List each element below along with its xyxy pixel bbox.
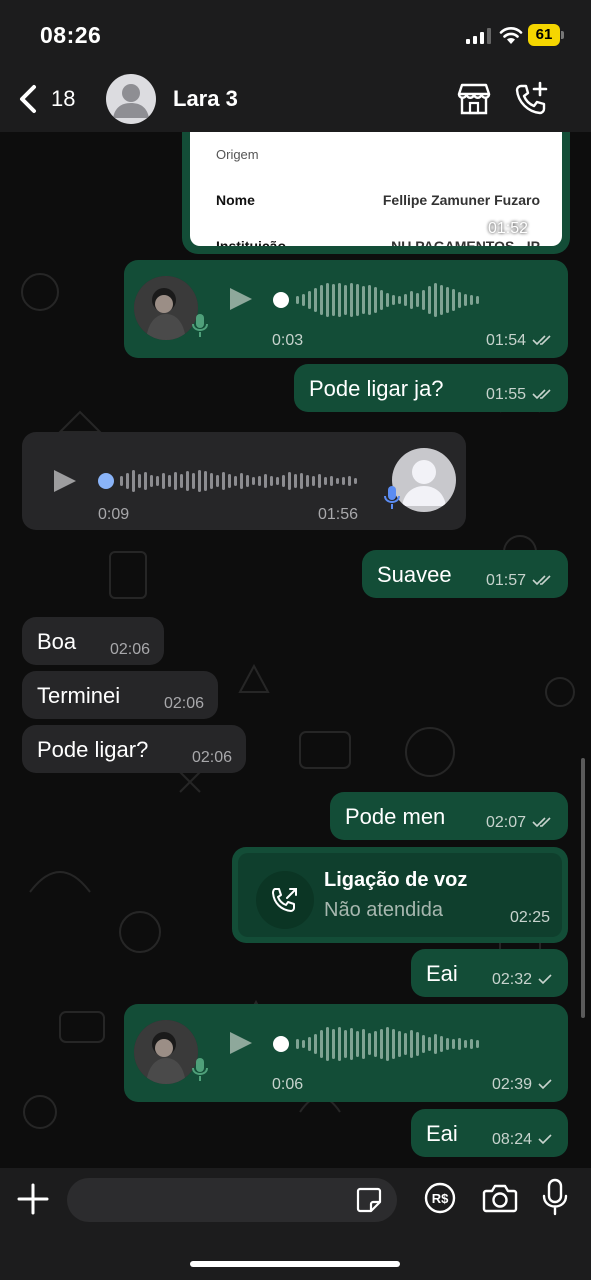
back-chevron-icon[interactable] xyxy=(16,84,40,114)
playback-position[interactable] xyxy=(273,1036,289,1052)
message-bubble-in[interactable]: Pode ligar? 02:06 xyxy=(22,725,246,773)
playback-position[interactable] xyxy=(98,473,114,489)
message-time: 01:52 xyxy=(488,220,556,238)
scrollbar[interactable] xyxy=(581,758,585,1018)
message-bubble-out[interactable]: Eai 02:32 xyxy=(411,949,568,997)
chat-area[interactable]: Origem Nome Fellipe Zamuner Fuzaro Insti… xyxy=(0,132,591,1168)
message-input-bar: R$ xyxy=(0,1168,591,1280)
read-ticks-icon xyxy=(532,335,551,346)
playback-position[interactable] xyxy=(273,292,289,308)
receipt-institution-value: NU PAGAMENTOS - IP xyxy=(391,238,540,246)
message-time: 02:25 xyxy=(509,909,550,926)
battery-icon: 61 xyxy=(528,24,564,46)
message-input[interactable] xyxy=(67,1178,397,1222)
status-time: 08:26 xyxy=(40,22,102,48)
unread-count[interactable]: 18 xyxy=(51,86,75,112)
mic-icon[interactable] xyxy=(542,1178,568,1216)
message-bubble-out[interactable]: Eai 08:24 xyxy=(411,1109,568,1157)
sender-avatar xyxy=(134,1020,198,1084)
plus-icon[interactable] xyxy=(16,1182,50,1216)
play-icon[interactable] xyxy=(230,288,252,310)
call-add-icon[interactable] xyxy=(512,80,550,118)
message-time: 02:39 xyxy=(492,1076,554,1094)
voice-mic-icon xyxy=(192,314,208,337)
svg-text:R$: R$ xyxy=(432,1191,449,1206)
sent-tick-icon xyxy=(538,1134,552,1145)
read-ticks-icon xyxy=(532,389,551,400)
read-ticks-icon xyxy=(532,817,551,828)
waveform[interactable] xyxy=(296,1026,479,1062)
play-icon[interactable] xyxy=(230,1032,252,1054)
message-text: Pode ligar? xyxy=(37,737,149,762)
home-indicator xyxy=(190,1261,400,1267)
message-time: 01:54 xyxy=(486,332,554,350)
waveform[interactable] xyxy=(296,282,479,318)
wifi-icon xyxy=(499,27,523,44)
message-time: 02:06 xyxy=(163,695,204,712)
status-bar: 08:26 61 xyxy=(0,0,591,66)
message-bubble-out[interactable]: Pode ligar ja? 01:55 xyxy=(294,364,568,412)
chat-header: 18 Lara 3 xyxy=(0,66,591,132)
message-time: 01:57 xyxy=(486,572,554,590)
message-bubble-in[interactable]: Boa 02:06 xyxy=(22,617,164,665)
message-text: Pode ligar ja? xyxy=(309,376,444,401)
read-ticks-icon xyxy=(532,575,551,586)
receipt-name-value: Fellipe Zamuner Fuzaro xyxy=(382,192,540,208)
message-time: 02:06 xyxy=(109,641,150,658)
read-ticks-icon xyxy=(534,223,553,234)
voice-mic-icon xyxy=(384,486,400,509)
play-icon[interactable] xyxy=(54,470,76,492)
cellular-signal-icon xyxy=(466,28,491,44)
battery-level: 61 xyxy=(528,24,560,46)
store-icon[interactable] xyxy=(456,82,492,116)
camera-icon[interactable] xyxy=(482,1182,518,1214)
voice-message-in[interactable]: 0:09 01:56 xyxy=(22,432,466,530)
contact-name[interactable]: Lara 3 xyxy=(173,86,238,112)
message-text: Eai xyxy=(426,961,458,986)
sent-tick-icon xyxy=(538,1079,552,1090)
message-time: 08:24 xyxy=(492,1131,554,1149)
message-bubble-out[interactable]: Pode men 02:07 xyxy=(330,792,568,840)
receipt-name-label: Nome xyxy=(216,192,255,208)
missed-call-icon xyxy=(256,871,314,929)
receipt-origin-label: Origem xyxy=(216,147,259,162)
voice-message-out[interactable]: 0:03 01:54 xyxy=(124,260,568,358)
call-status: Não atendida xyxy=(324,899,443,921)
sender-avatar xyxy=(392,448,456,512)
voice-duration: 0:03 xyxy=(272,332,304,349)
message-text: Terminei xyxy=(37,683,121,708)
message-time: 02:32 xyxy=(492,971,554,989)
default-avatar-icon xyxy=(402,460,446,506)
default-avatar-icon xyxy=(113,84,149,118)
voice-message-out[interactable]: 0:06 02:39 xyxy=(124,1004,568,1102)
voice-mic-icon xyxy=(192,1058,208,1081)
voice-duration: 0:06 xyxy=(272,1076,304,1093)
sender-avatar xyxy=(134,276,198,340)
sent-tick-icon xyxy=(538,974,552,985)
message-text: Boa xyxy=(37,629,77,654)
message-bubble-in[interactable]: Terminei 02:06 xyxy=(22,671,218,719)
contact-avatar[interactable] xyxy=(106,74,156,124)
receipt-institution-label: Instituição xyxy=(216,238,287,246)
waveform[interactable] xyxy=(120,463,357,499)
message-bubble-out[interactable]: Suavee 01:57 xyxy=(362,550,568,598)
call-title: Ligação de voz xyxy=(324,869,468,891)
message-time: 01:56 xyxy=(318,506,359,523)
sticker-icon[interactable] xyxy=(355,1186,383,1214)
voice-duration: 0:09 xyxy=(98,506,130,523)
message-text: Suavee xyxy=(377,562,452,587)
receipt-image-message[interactable]: Origem Nome Fellipe Zamuner Fuzaro Insti… xyxy=(182,132,570,254)
message-time: 02:06 xyxy=(191,749,232,766)
message-time: 02:07 xyxy=(486,814,554,832)
message-text: Eai xyxy=(426,1121,458,1146)
pay-icon[interactable]: R$ xyxy=(424,1182,456,1214)
message-text: Pode men xyxy=(345,804,446,829)
message-time: 01:55 xyxy=(486,386,554,404)
missed-call-message[interactable]: Ligação de voz Não atendida 02:25 xyxy=(232,847,568,943)
